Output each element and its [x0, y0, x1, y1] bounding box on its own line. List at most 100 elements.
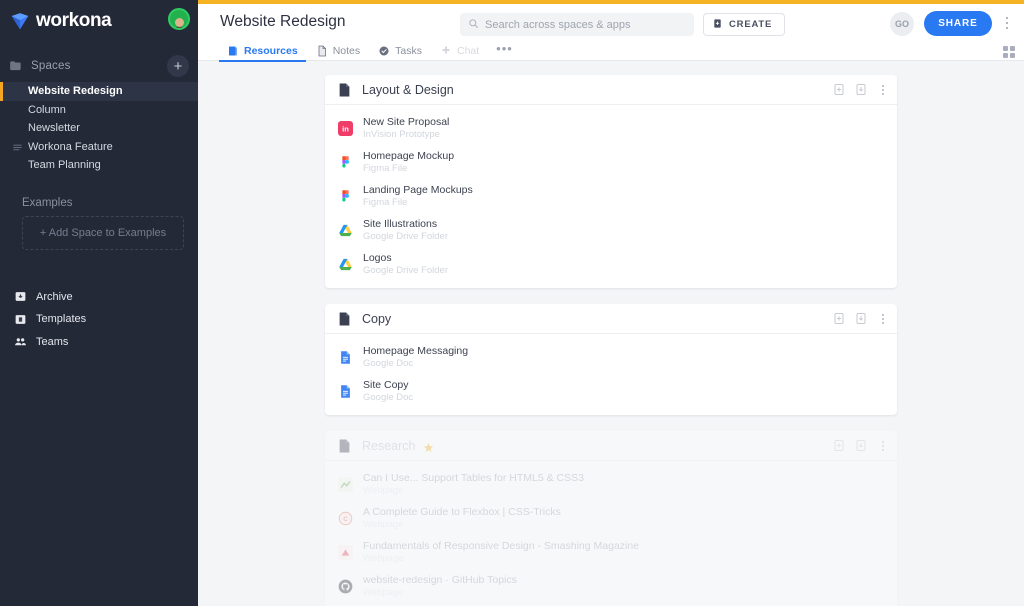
templates-icon: [14, 313, 27, 326]
list-item[interactable]: C A Complete Guide to Flexbox | CSS-Tric…: [325, 501, 897, 535]
list-item[interactable]: Landing Page Mockups Figma File: [325, 179, 897, 213]
invision-icon: in: [338, 121, 353, 136]
list-icon: [12, 141, 23, 152]
google-docs-icon: [338, 350, 353, 365]
sidebar-item-team-planning[interactable]: Team Planning: [0, 156, 198, 175]
save-tabs-icon[interactable]: [855, 83, 867, 96]
caniuse-icon: [338, 477, 353, 492]
brand-header: workona: [0, 0, 198, 42]
list-item-title: Can I Use... Support Tables for HTML5 & …: [363, 472, 584, 484]
list-item-subtitle: Figma File: [363, 197, 473, 208]
folder-icon: [9, 59, 23, 73]
sidebar-item-label: Team Planning: [28, 159, 101, 171]
figma-icon: [338, 189, 353, 204]
list-item[interactable]: Homepage Mockup Figma File: [325, 145, 897, 179]
save-tabs-icon[interactable]: [855, 312, 867, 325]
section-page-icon: [338, 82, 351, 98]
grid-view-icon[interactable]: [1003, 46, 1015, 58]
add-tab-icon[interactable]: [833, 312, 845, 325]
list-item-subtitle: Webpage: [363, 519, 561, 530]
list-item[interactable]: in New Site Proposal InVision Prototype: [325, 111, 897, 145]
sidebar-item-column[interactable]: Column: [0, 101, 198, 120]
sidebar-item-newsletter[interactable]: Newsletter: [0, 119, 198, 138]
examples-group-label: Examples: [0, 197, 198, 209]
section-title: Layout & Design: [362, 83, 454, 97]
list-item-subtitle: InVision Prototype: [363, 129, 449, 140]
sidebar-item-archive[interactable]: Archive: [0, 286, 198, 309]
sidebar-item-label: Website Redesign: [28, 85, 123, 97]
sidebar-nav-label: Teams: [36, 336, 68, 348]
resource-list: in New Site Proposal InVision Prototype …: [325, 105, 897, 288]
list-item-subtitle: Webpage: [363, 485, 584, 496]
brand-name: workona: [36, 10, 111, 32]
page-title: Website Redesign: [220, 13, 346, 31]
sidebar-item-workona-feature[interactable]: Workona Feature: [0, 138, 198, 157]
star-icon[interactable]: [423, 440, 434, 451]
section-menu-icon[interactable]: [877, 439, 889, 453]
create-page-icon: [712, 18, 723, 32]
add-space-to-examples-button[interactable]: + Add Space to Examples: [22, 216, 184, 250]
sidebar-item-website-redesign[interactable]: Website Redesign: [0, 82, 198, 101]
add-tab-icon[interactable]: [833, 439, 845, 452]
list-item-subtitle: Webpage: [363, 553, 639, 564]
section-page-icon: [338, 438, 351, 454]
tab-chat[interactable]: Chat: [431, 40, 488, 61]
notes-icon: [316, 45, 328, 57]
tab-label: Chat: [457, 45, 479, 57]
list-item-title: Logos: [363, 252, 448, 264]
tabs-more-icon[interactable]: •••: [488, 41, 521, 56]
google-drive-icon: [338, 257, 353, 272]
list-item[interactable]: Can I Use... Support Tables for HTML5 & …: [325, 467, 897, 501]
teams-icon: [14, 335, 27, 348]
save-tabs-icon[interactable]: [855, 439, 867, 452]
list-item-title: Fundamentals of Responsive Design - Smas…: [363, 540, 639, 552]
list-item[interactable]: Fundamentals of Responsive Design - Smas…: [325, 535, 897, 569]
list-item-text: Homepage Messaging Google Doc: [363, 345, 468, 369]
list-item[interactable]: Site Illustrations Google Drive Folder: [325, 213, 897, 247]
search-icon: [468, 16, 479, 34]
list-item-title: Homepage Mockup: [363, 150, 454, 162]
sidebar-item-teams[interactable]: Teams: [0, 331, 198, 354]
create-button[interactable]: CREATE: [703, 13, 785, 36]
section-page-icon: [338, 311, 351, 327]
list-item[interactable]: Site Copy Google Doc: [325, 374, 897, 408]
list-item-title: website-redesign · GitHub Topics: [363, 574, 517, 586]
section-menu-icon[interactable]: [877, 312, 889, 326]
more-vertical-icon[interactable]: [999, 14, 1015, 32]
sidebar-bottom-nav: Archive Templates Teams: [0, 286, 198, 354]
search-input[interactable]: [485, 19, 686, 31]
tab-label: Resources: [244, 45, 298, 57]
list-item[interactable]: website-redesign · GitHub Topics Webpage: [325, 569, 897, 603]
list-item-text: A Complete Guide to Flexbox | CSS-Tricks…: [363, 506, 561, 530]
resources-icon: [227, 45, 239, 57]
section-header[interactable]: Layout & Design: [325, 75, 897, 105]
add-space-button[interactable]: +: [167, 55, 189, 77]
section-actions: [833, 304, 889, 333]
add-tab-icon[interactable]: [833, 83, 845, 96]
go-label: GO: [895, 19, 909, 29]
sidebar-item-templates[interactable]: Templates: [0, 308, 198, 331]
list-item[interactable]: Logos Google Drive Folder: [325, 247, 897, 281]
sidebar: workona Spaces + Website Redesign Column…: [0, 0, 198, 606]
search-box[interactable]: [460, 13, 694, 36]
workona-diamond-logo-icon: [10, 11, 30, 31]
tab-notes[interactable]: Notes: [307, 40, 369, 61]
section-header[interactable]: Copy: [325, 304, 897, 334]
github-icon: [338, 579, 353, 594]
tab-tasks[interactable]: Tasks: [369, 40, 431, 61]
list-item-title: New Site Proposal: [363, 116, 449, 128]
share-button[interactable]: SHARE: [924, 11, 992, 36]
list-item-text: Site Illustrations Google Drive Folder: [363, 218, 448, 242]
chat-icon: [440, 45, 452, 57]
go-badge[interactable]: GO: [890, 12, 914, 36]
list-item[interactable]: Homepage Messaging Google Doc: [325, 340, 897, 374]
list-item-text: Logos Google Drive Folder: [363, 252, 448, 276]
section-header[interactable]: Research: [325, 431, 897, 461]
list-item-title: Landing Page Mockups: [363, 184, 473, 196]
section-menu-icon[interactable]: [877, 83, 889, 97]
avatar[interactable]: [168, 8, 190, 30]
section-actions: [833, 431, 889, 460]
tab-bar: Resources Notes Tasks: [198, 40, 1024, 61]
tab-resources[interactable]: Resources: [218, 40, 307, 61]
list-item-text: New Site Proposal InVision Prototype: [363, 116, 449, 140]
